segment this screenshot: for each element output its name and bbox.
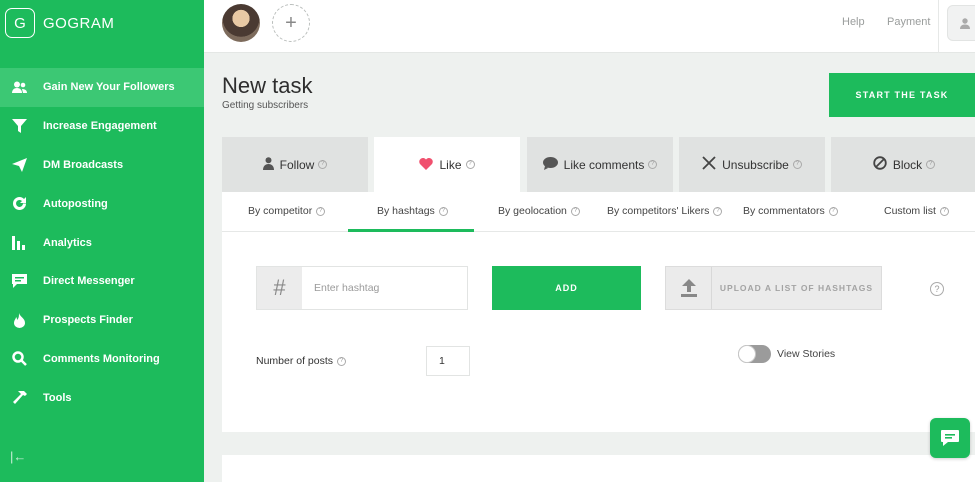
ban-icon [873,156,887,173]
help-icon[interactable]: ? [648,160,658,169]
help-icon[interactable]: ? [570,206,580,216]
help-icon[interactable]: ? [939,206,949,216]
collapse-icon[interactable]: |← [10,449,26,464]
profile-button[interactable] [947,5,975,41]
upload-hashtags-button[interactable]: UPLOAD A LIST OF HASHTAGS [665,266,882,310]
logo-mark: G [5,8,35,38]
x-icon [702,156,716,173]
tab-label: Unsubscribe [722,157,789,172]
sidebar-item-direct-messenger[interactable]: Direct Messenger [0,262,204,301]
subtab-bar: By competitor? By hashtags? By geolocati… [222,192,975,232]
hashtag-icon: # [257,267,302,309]
subtab-custom-list[interactable]: Custom list? [884,205,949,217]
tab-follow[interactable]: Follow? [222,137,368,192]
sidebar-item-label: Direct Messenger [43,275,135,288]
fire-icon [11,312,27,328]
sidebar-item-label: Gain New Your Followers [43,81,175,94]
add-account-button[interactable]: + [272,4,310,42]
sidebar-item-prospects-finder[interactable]: Prospects Finder [0,301,204,340]
view-stories-toggle[interactable] [738,345,771,363]
subtab-by-hashtags[interactable]: By hashtags? [377,205,448,217]
chat-button[interactable] [930,418,970,458]
comment-icon [542,156,558,173]
header-divider [938,0,939,53]
number-of-posts-input[interactable] [426,346,470,376]
help-icon[interactable]: ? [465,160,475,169]
help-icon[interactable]: ? [316,206,326,216]
sidebar-item-comments-monitoring[interactable]: Comments Monitoring [0,340,204,379]
add-hashtag-button[interactable]: ADD [492,266,641,310]
refresh-icon [11,196,27,212]
tab-label: Block [892,157,923,172]
sidebar-item-analytics[interactable]: Analytics [0,223,204,262]
top-header: + Help Payment [204,0,975,53]
send-icon [11,157,27,173]
sidebar-item-label: Increase Engagement [43,120,157,133]
sidebar-item-label: Comments Monitoring [43,352,160,365]
avatar[interactable] [222,4,260,42]
toggle-knob [738,345,756,363]
page-subtitle: Getting subscribers [222,100,309,111]
help-icon[interactable]: ? [318,160,328,169]
heart-icon [419,157,434,173]
bar-chart-icon [11,235,27,251]
users-icon [11,79,27,95]
hashtag-field: # [256,266,468,310]
start-task-button[interactable]: START THE TASK [829,73,975,117]
sidebar-item-label: DM Broadcasts [43,158,124,171]
sidebar-item-autoposting[interactable]: Autoposting [0,184,204,223]
tab-like-comments[interactable]: Like comments? [527,137,673,192]
user-icon [960,17,970,29]
view-stories-label: View Stories [777,348,836,360]
help-icon[interactable]: ? [713,206,723,216]
upload-label: UPLOAD A LIST OF HASHTAGS [719,283,874,293]
sidebar-item-label: Prospects Finder [43,314,133,327]
help-icon[interactable]: ? [438,206,448,216]
number-of-posts-label: Number of posts? [256,355,347,367]
task-panel: By competitor? By hashtags? By geolocati… [222,192,975,432]
help-icon[interactable]: ? [930,282,944,296]
tab-label: Follow [279,157,315,172]
upload-icon [666,267,712,309]
sidebar-nav: Gain New Your Followers Increase Engagem… [0,68,204,417]
hammer-icon [11,390,27,406]
hashtag-input[interactable] [302,267,467,309]
tab-label: Like comments [563,157,645,172]
subtab-by-commentators[interactable]: By commentators? [743,205,838,217]
logo[interactable]: G GOGRAM [5,8,114,38]
message-icon [11,273,27,289]
sidebar-item-label: Analytics [43,236,92,249]
funnel-icon [11,118,27,134]
sidebar-item-gain-followers[interactable]: Gain New Your Followers [0,68,204,107]
sidebar-item-label: Autoposting [43,197,108,210]
user-icon [262,156,274,173]
tab-label: Like [439,157,462,172]
page-title: New task [222,73,313,98]
help-icon[interactable]: ? [926,160,936,169]
help-link[interactable]: Help [842,16,865,28]
sidebar-item-increase-engagement[interactable]: Increase Engagement [0,107,204,146]
sidebar-item-tools[interactable]: Tools [0,378,204,417]
search-icon [11,351,27,367]
payment-link[interactable]: Payment [887,16,930,28]
secondary-panel [222,455,975,482]
tab-block[interactable]: Block? [831,137,975,192]
tab-unsubscribe[interactable]: Unsubscribe? [679,137,825,192]
active-subtab-indicator [348,229,474,232]
subtab-by-competitors-likers[interactable]: By competitors' Likers? [607,205,723,217]
tab-like[interactable]: Like? [374,137,520,192]
subtab-by-geolocation[interactable]: By geolocation? [498,205,580,217]
chat-icon [941,430,959,446]
help-icon[interactable]: ? [828,206,838,216]
sidebar-item-dm-broadcasts[interactable]: DM Broadcasts [0,146,204,185]
sidebar: G GOGRAM Gain New Your Followers Increas… [0,0,204,482]
subtab-by-competitor[interactable]: By competitor? [248,205,326,217]
help-icon[interactable]: ? [337,356,347,366]
help-icon[interactable]: ? [792,160,802,169]
sidebar-item-label: Tools [43,391,72,404]
app-name: GOGRAM [43,14,115,32]
